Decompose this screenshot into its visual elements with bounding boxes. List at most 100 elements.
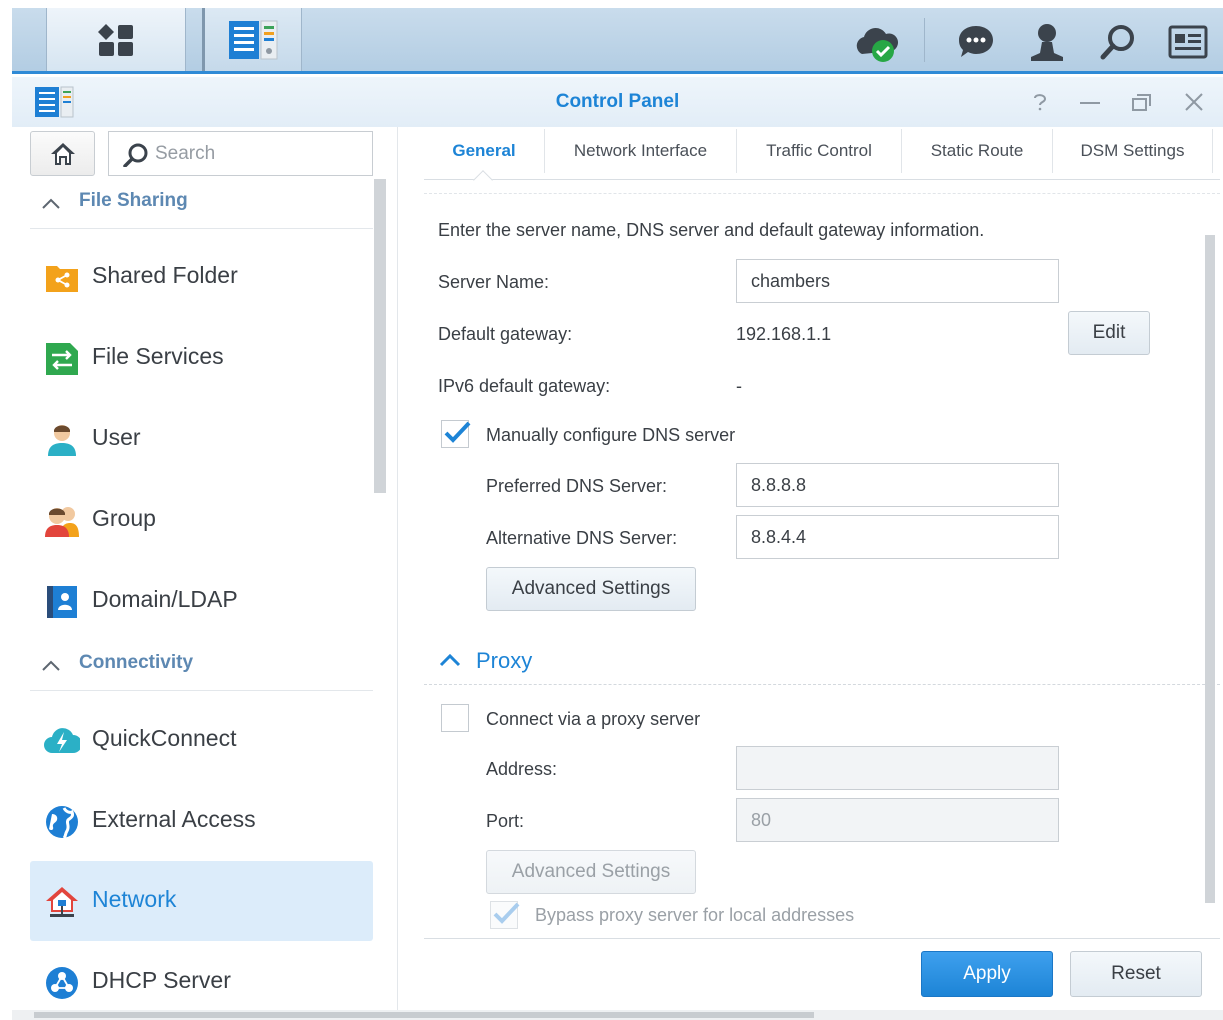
sidebar-search[interactable]	[108, 131, 373, 176]
sidebar-item-label: User	[92, 424, 141, 450]
horizontal-scrollbar[interactable]	[12, 1010, 1223, 1020]
shared-folder-icon	[46, 266, 78, 292]
chat-icon[interactable]	[956, 22, 996, 62]
grid-icon	[98, 23, 133, 56]
edit-gateway-button[interactable]: Edit	[1068, 311, 1150, 355]
intro-text: Enter the server name, DNS server and de…	[438, 220, 985, 240]
control-panel-icon	[229, 20, 278, 59]
sidebar: File Sharing Shared Folder File Services…	[12, 127, 398, 1020]
search-icon	[123, 143, 148, 167]
sidebar-item-label: Domain/LDAP	[92, 586, 238, 612]
default-gateway-value: 192.168.1.1	[736, 324, 832, 344]
sidebar-item-label: Network	[92, 886, 177, 912]
proxy-port-field[interactable]	[736, 798, 1059, 842]
control-panel-taskbar-button[interactable]	[202, 8, 302, 71]
taskbar	[12, 8, 1223, 74]
tab-bar: General Network Interface Traffic Contro…	[424, 127, 1220, 190]
file-services-icon	[46, 343, 78, 375]
section-connectivity[interactable]: Connectivity	[30, 643, 373, 691]
minimize-icon[interactable]	[1076, 89, 1104, 115]
ipv6-gateway-value: -	[736, 376, 742, 396]
checkmark-icon	[444, 421, 471, 443]
sidebar-item-user[interactable]: User	[30, 399, 373, 479]
proxy-section-header[interactable]: Proxy	[438, 648, 638, 678]
widgets-icon[interactable]	[1168, 22, 1208, 62]
sidebar-item-quickconnect[interactable]: QuickConnect	[30, 700, 373, 780]
apply-button[interactable]: Apply	[921, 951, 1053, 997]
sidebar-item-external-access[interactable]: External Access	[30, 781, 373, 861]
bypass-proxy-checkbox[interactable]	[490, 901, 520, 929]
quickconnect-icon	[44, 728, 80, 753]
content-scrollbar[interactable]	[1205, 235, 1215, 903]
sidebar-item-network[interactable]: Network	[30, 861, 373, 941]
user-icon	[48, 425, 76, 456]
section-label: Connectivity	[79, 652, 194, 673]
sidebar-item-label: Shared Folder	[92, 262, 238, 288]
sidebar-item-label: QuickConnect	[92, 725, 237, 751]
sidebar-item-domain-ldap[interactable]: Domain/LDAP	[30, 561, 373, 641]
general-tab-content: Enter the server name, DNS server and de…	[424, 180, 1220, 938]
tab-static-route[interactable]: Static Route	[902, 129, 1053, 173]
section-file-sharing[interactable]: File Sharing	[30, 181, 373, 229]
tab-network-interface[interactable]: Network Interface	[545, 129, 737, 173]
close-icon[interactable]	[1180, 89, 1208, 115]
chevron-up-icon	[439, 653, 461, 667]
proxy-address-label: Address:	[486, 759, 558, 779]
sidebar-item-file-services[interactable]: File Services	[30, 318, 373, 398]
tab-general[interactable]: General	[424, 129, 545, 173]
bypass-proxy-label: Bypass proxy server for local addresses	[535, 905, 855, 925]
help-icon[interactable]	[1026, 89, 1054, 115]
network-icon	[46, 887, 78, 917]
default-gateway-label: Default gateway:	[438, 324, 573, 344]
sidebar-item-label: External Access	[92, 806, 256, 832]
home-icon	[50, 142, 75, 165]
sidebar-item-label: Group	[92, 505, 156, 531]
section-label: File Sharing	[79, 190, 188, 211]
sidebar-item-label: File Services	[92, 343, 224, 369]
sidebar-item-group[interactable]: Group	[30, 480, 373, 560]
proxy-advanced-settings-button[interactable]: Advanced Settings	[486, 850, 696, 894]
cloud-sync-icon[interactable]	[852, 22, 902, 62]
external-access-icon	[46, 806, 78, 840]
sidebar-item-shared-folder[interactable]: Shared Folder	[30, 237, 373, 317]
sidebar-item-dhcp-server[interactable]: DHCP Server	[30, 942, 373, 1020]
manual-dns-label: Manually configure DNS server	[486, 425, 736, 445]
proxy-port-label: Port:	[486, 811, 525, 831]
reset-button[interactable]: Reset	[1070, 951, 1202, 997]
chevron-up-icon	[42, 660, 60, 671]
divider	[424, 193, 1220, 194]
footer-bar: Apply Reset	[424, 938, 1220, 1008]
manual-dns-checkbox[interactable]	[441, 420, 471, 448]
proxy-address-field[interactable]	[736, 746, 1059, 790]
home-button[interactable]	[30, 131, 95, 176]
proxy-section-label: Proxy	[476, 648, 533, 673]
server-name-label: Server Name:	[438, 272, 550, 292]
ipv6-gateway-label: IPv6 default gateway:	[438, 376, 611, 396]
dns-advanced-settings-button[interactable]: Advanced Settings	[486, 567, 696, 611]
proxy-connect-label: Connect via a proxy server	[486, 709, 701, 729]
tab-dsm-settings[interactable]: DSM Settings	[1053, 129, 1213, 173]
sidebar-scrollbar[interactable]	[374, 179, 386, 493]
divider	[424, 684, 1220, 685]
search-input[interactable]	[155, 142, 355, 166]
restore-icon[interactable]	[1128, 89, 1156, 115]
proxy-checkbox[interactable]	[441, 704, 469, 732]
taskbar-divider	[924, 18, 925, 62]
main-menu-button[interactable]	[46, 8, 186, 71]
chevron-up-icon	[42, 198, 60, 209]
checkmark-icon	[493, 902, 520, 924]
preferred-dns-label: Preferred DNS Server:	[486, 476, 668, 496]
scrollbar-thumb[interactable]	[34, 1012, 814, 1018]
window-header: Control Panel	[12, 77, 1223, 127]
server-name-field[interactable]	[736, 259, 1059, 303]
alternative-dns-field[interactable]	[736, 515, 1059, 559]
group-icon	[45, 507, 79, 537]
preferred-dns-field[interactable]	[736, 463, 1059, 507]
tab-traffic-control[interactable]: Traffic Control	[737, 129, 902, 173]
search-icon[interactable]	[1098, 22, 1138, 62]
domain-ldap-icon	[47, 586, 77, 618]
sidebar-item-label: DHCP Server	[92, 967, 231, 993]
dhcp-server-icon	[46, 967, 78, 999]
alternative-dns-label: Alternative DNS Server:	[486, 528, 678, 548]
user-icon[interactable]	[1027, 22, 1067, 62]
